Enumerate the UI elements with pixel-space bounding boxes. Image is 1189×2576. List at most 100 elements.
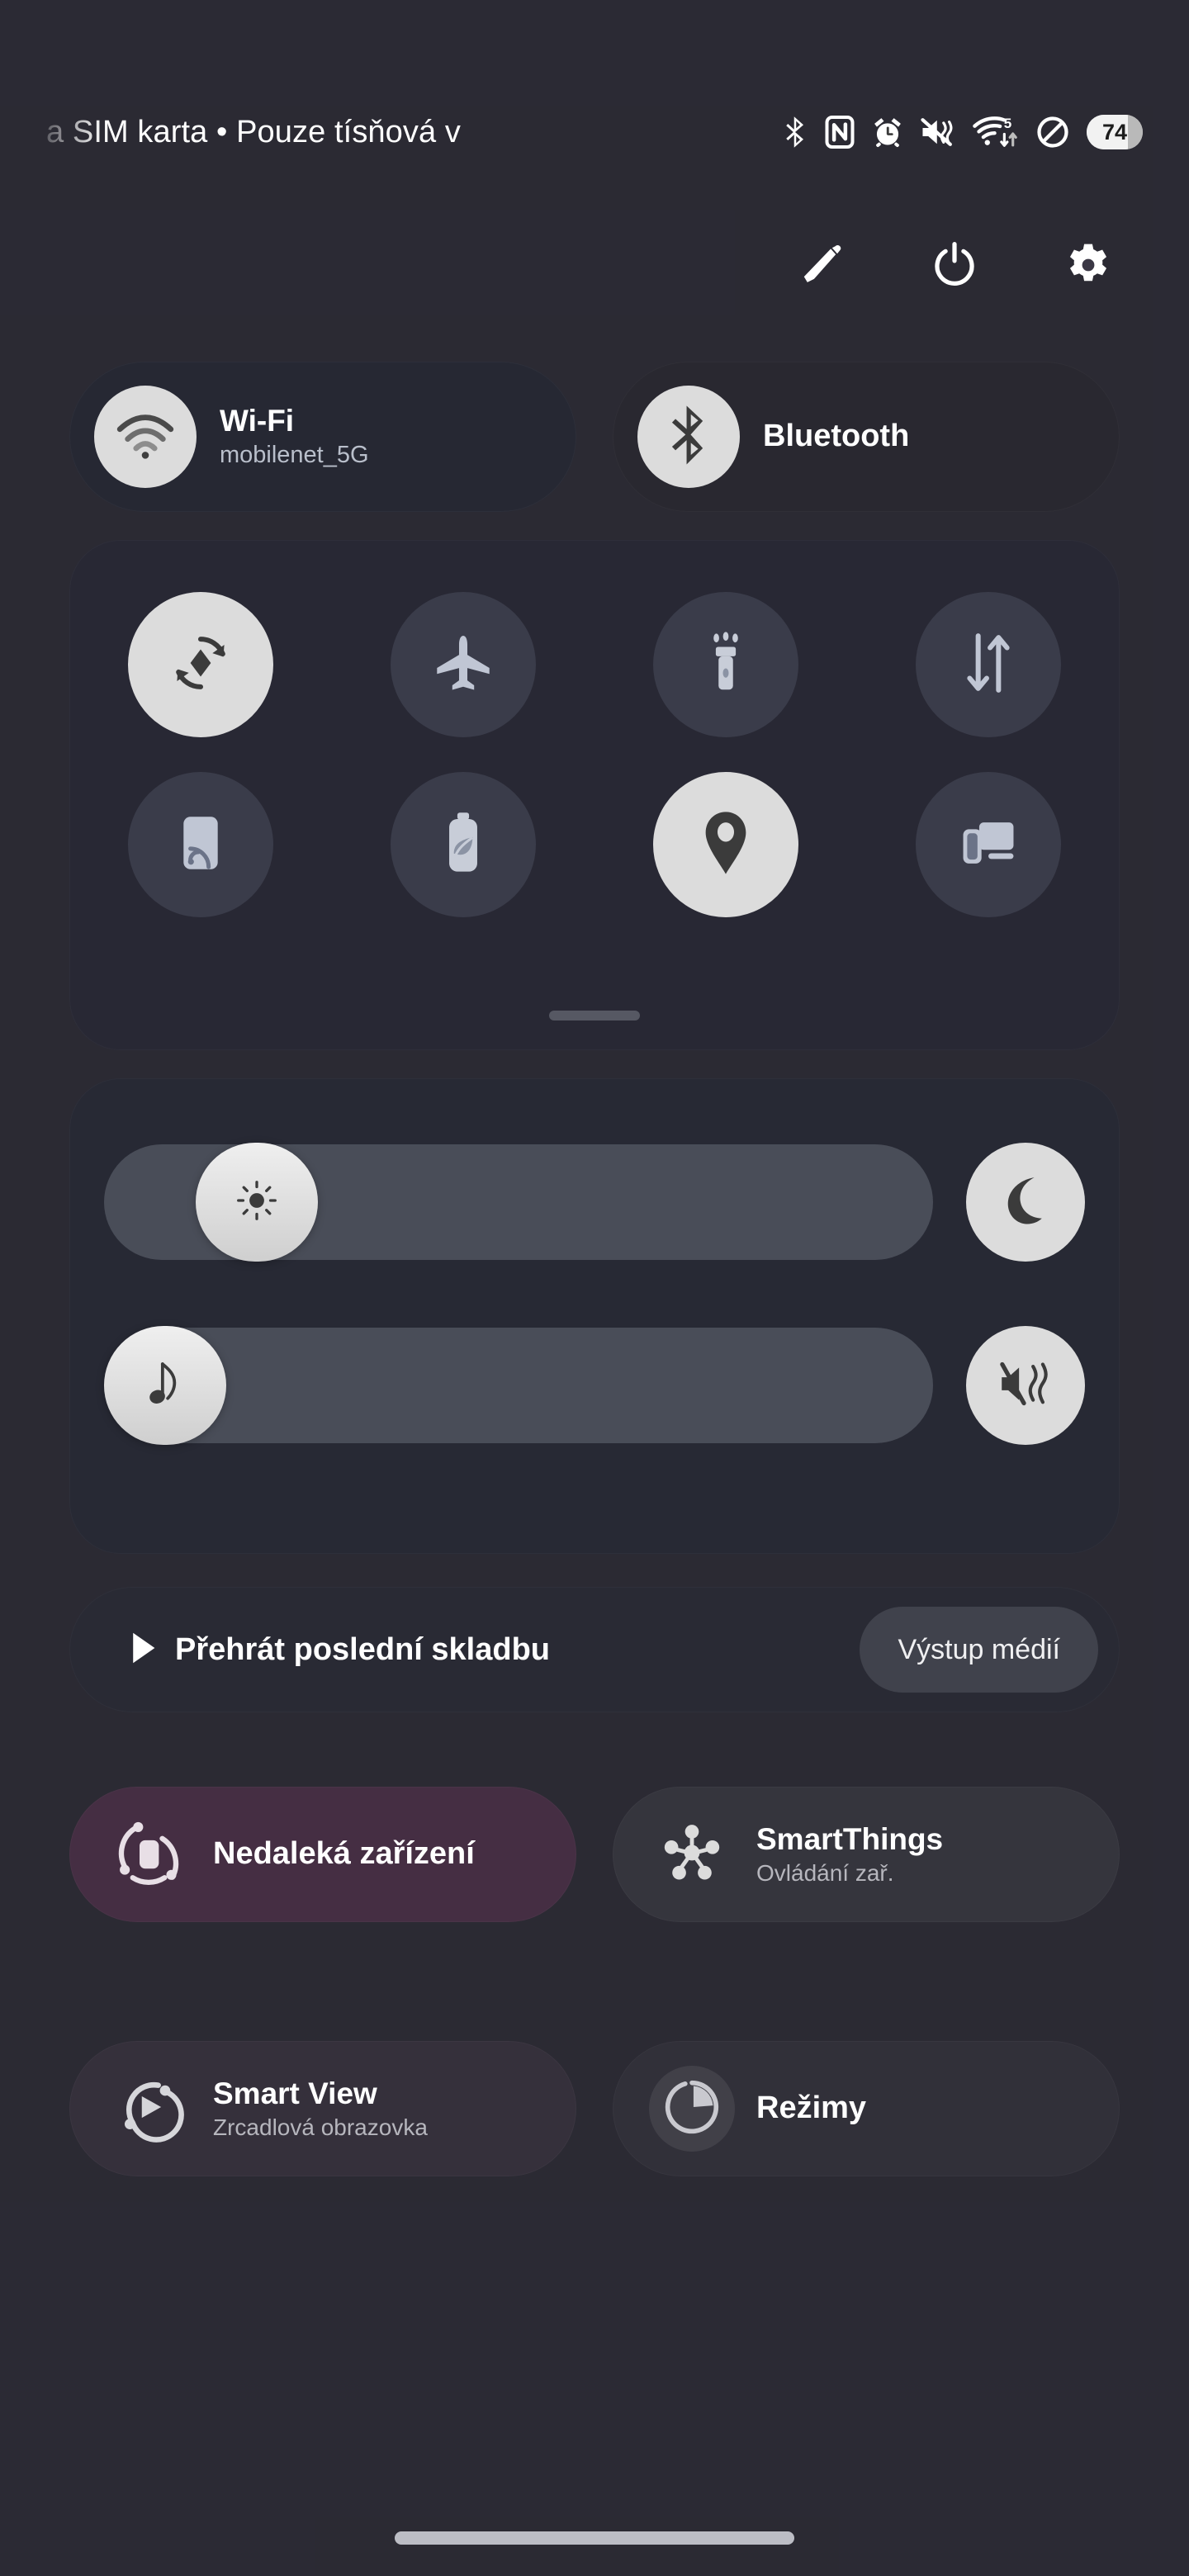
toggle-dex[interactable]	[916, 772, 1061, 917]
brightness-slider[interactable]	[104, 1143, 933, 1262]
brightness-slider-row	[69, 1125, 1120, 1280]
airplane-icon	[433, 632, 494, 698]
nearby-devices-title: Nedaleká zařízení	[213, 1836, 475, 1872]
status-bar-icons: 5 74	[783, 115, 1143, 149]
media-output-button[interactable]: Výstup médií	[860, 1607, 1098, 1693]
battery-percent-label: 74	[1101, 119, 1128, 144]
slider-panel	[69, 1078, 1120, 1554]
sound-mode-button[interactable]	[966, 1326, 1085, 1445]
settings-button[interactable]	[1057, 235, 1120, 298]
bluetooth-card-text: Bluetooth	[763, 419, 909, 455]
wifi-card[interactable]: Wi-Fi mobilenet_5G	[69, 362, 576, 512]
nearby-devices-card[interactable]: Nedaleká zařízení	[69, 1787, 576, 1922]
smart-view-subtitle: Zrcadlová obrazovka	[213, 2114, 428, 2141]
bluetooth-icon-circle	[637, 386, 740, 488]
modes-pie-icon	[661, 2076, 722, 2142]
music-note-icon	[144, 1360, 186, 1412]
media-play-label: Přehrát poslední skladbu	[175, 1631, 550, 1667]
wifi-card-text: Wi-Fi mobilenet_5G	[220, 404, 369, 469]
smartthings-card[interactable]: SmartThings Ovládání zař.	[613, 1787, 1120, 1922]
power-icon	[931, 241, 978, 293]
wifi-card-subtitle: mobilenet_5G	[220, 441, 369, 468]
do-not-disturb-icon	[1036, 116, 1069, 149]
brightness-slider-thumb[interactable]	[196, 1143, 319, 1262]
gear-icon	[1064, 241, 1112, 293]
play-icon	[129, 1631, 157, 1669]
wifi-icon-circle	[94, 386, 197, 488]
pencil-icon	[798, 243, 843, 291]
smart-view-card[interactable]: Smart View Zrcadlová obrazovka	[69, 2041, 576, 2176]
toggle-row-1	[69, 586, 1120, 743]
toggle-cell	[69, 586, 332, 743]
svg-text:5: 5	[1004, 116, 1011, 131]
smartthings-title: SmartThings	[756, 1821, 944, 1856]
location-pin-icon	[699, 808, 752, 882]
nfc-icon	[825, 116, 855, 149]
smart-view-text: Smart View Zrcadlová obrazovka	[213, 2076, 428, 2142]
bluetooth-card[interactable]: Bluetooth	[613, 362, 1120, 512]
quick-share-icon	[112, 1816, 185, 1893]
toggle-cell	[857, 766, 1120, 923]
modes-card[interactable]: Režimy	[613, 2041, 1120, 2176]
toggle-location[interactable]	[653, 772, 798, 917]
toggle-cell	[594, 586, 857, 743]
wifi-icon	[114, 410, 177, 464]
media-play-area[interactable]: Přehrát poslední skladbu	[129, 1631, 550, 1669]
feature-row-2: Smart View Zrcadlová obrazovka Režimy	[69, 2041, 1120, 2176]
toggle-auto-rotate[interactable]	[128, 592, 273, 737]
toggle-mobile-data[interactable]	[916, 592, 1061, 737]
flashlight-icon	[697, 631, 755, 699]
smartthings-icon	[656, 1817, 727, 1892]
bluetooth-icon	[666, 404, 712, 471]
nearby-devices-text: Nedaleká zařízení	[213, 1835, 475, 1873]
bluetooth-card-title: Bluetooth	[763, 419, 910, 454]
volume-slider-thumb[interactable]	[104, 1326, 226, 1445]
toggle-cell	[332, 766, 594, 923]
smartthings-subtitle: Ovládání zař.	[756, 1860, 894, 1887]
toggle-mobile-hotspot[interactable]	[128, 772, 273, 917]
dark-mode-button[interactable]	[966, 1143, 1085, 1262]
volume-slider-row	[69, 1308, 1120, 1463]
toggle-cell	[69, 766, 332, 923]
battery-empty	[1128, 115, 1143, 149]
auto-rotate-icon	[164, 627, 237, 703]
status-bar-carrier-text: a SIM karta • Pouze tísňová v	[46, 114, 461, 149]
mute-vibrate-icon	[921, 116, 955, 148]
smartthings-text: SmartThings Ovládání zař.	[756, 1821, 943, 1887]
connectivity-row: Wi-Fi mobilenet_5G Bluetooth	[69, 362, 1120, 512]
smart-view-icon-wrap	[106, 2066, 192, 2152]
header-action-bar	[0, 221, 1189, 312]
smart-view-title: Smart View	[213, 2076, 377, 2110]
wifi-card-title: Wi-Fi	[220, 404, 295, 438]
power-button[interactable]	[923, 235, 986, 298]
volume-slider[interactable]	[104, 1326, 933, 1445]
bluetooth-icon	[783, 116, 808, 149]
toggle-row-2	[69, 766, 1120, 923]
dark-mode-moon-icon	[998, 1173, 1053, 1232]
battery-icon: 74	[1087, 115, 1143, 149]
modes-icon-wrap	[649, 2066, 735, 2152]
smart-view-icon	[112, 2071, 185, 2147]
toggle-airplane-mode[interactable]	[391, 592, 536, 737]
media-panel[interactable]: Přehrát poslední skladbu Výstup médií	[69, 1587, 1120, 1712]
toggle-cell	[332, 586, 594, 743]
data-arrows-icon	[958, 630, 1019, 700]
toggle-cell	[857, 586, 1120, 743]
toggle-power-saving[interactable]	[391, 772, 536, 917]
edit-button[interactable]	[789, 235, 852, 298]
battery-leaf-icon	[436, 809, 490, 881]
wifi-5-data-icon: 5	[973, 115, 1019, 149]
hotspot-icon	[172, 810, 230, 880]
modes-text: Režimy	[756, 2090, 866, 2128]
quick-toggle-grid	[69, 540, 1120, 1050]
toggle-grid-drag-handle[interactable]	[549, 1011, 640, 1020]
vibrate-mute-icon	[997, 1358, 1054, 1413]
toggle-flashlight[interactable]	[653, 592, 798, 737]
status-bar: a SIM karta • Pouze tísňová v 5 74	[0, 99, 1189, 165]
smartthings-icon-wrap	[649, 1811, 735, 1897]
modes-title: Režimy	[756, 2091, 867, 2126]
quick-share-icon-wrap	[106, 1811, 192, 1897]
home-indicator[interactable]	[395, 2531, 794, 2545]
dex-icon	[956, 813, 1021, 877]
feature-row-1: Nedaleká zařízení SmartThings Ovládání z…	[69, 1787, 1120, 1922]
